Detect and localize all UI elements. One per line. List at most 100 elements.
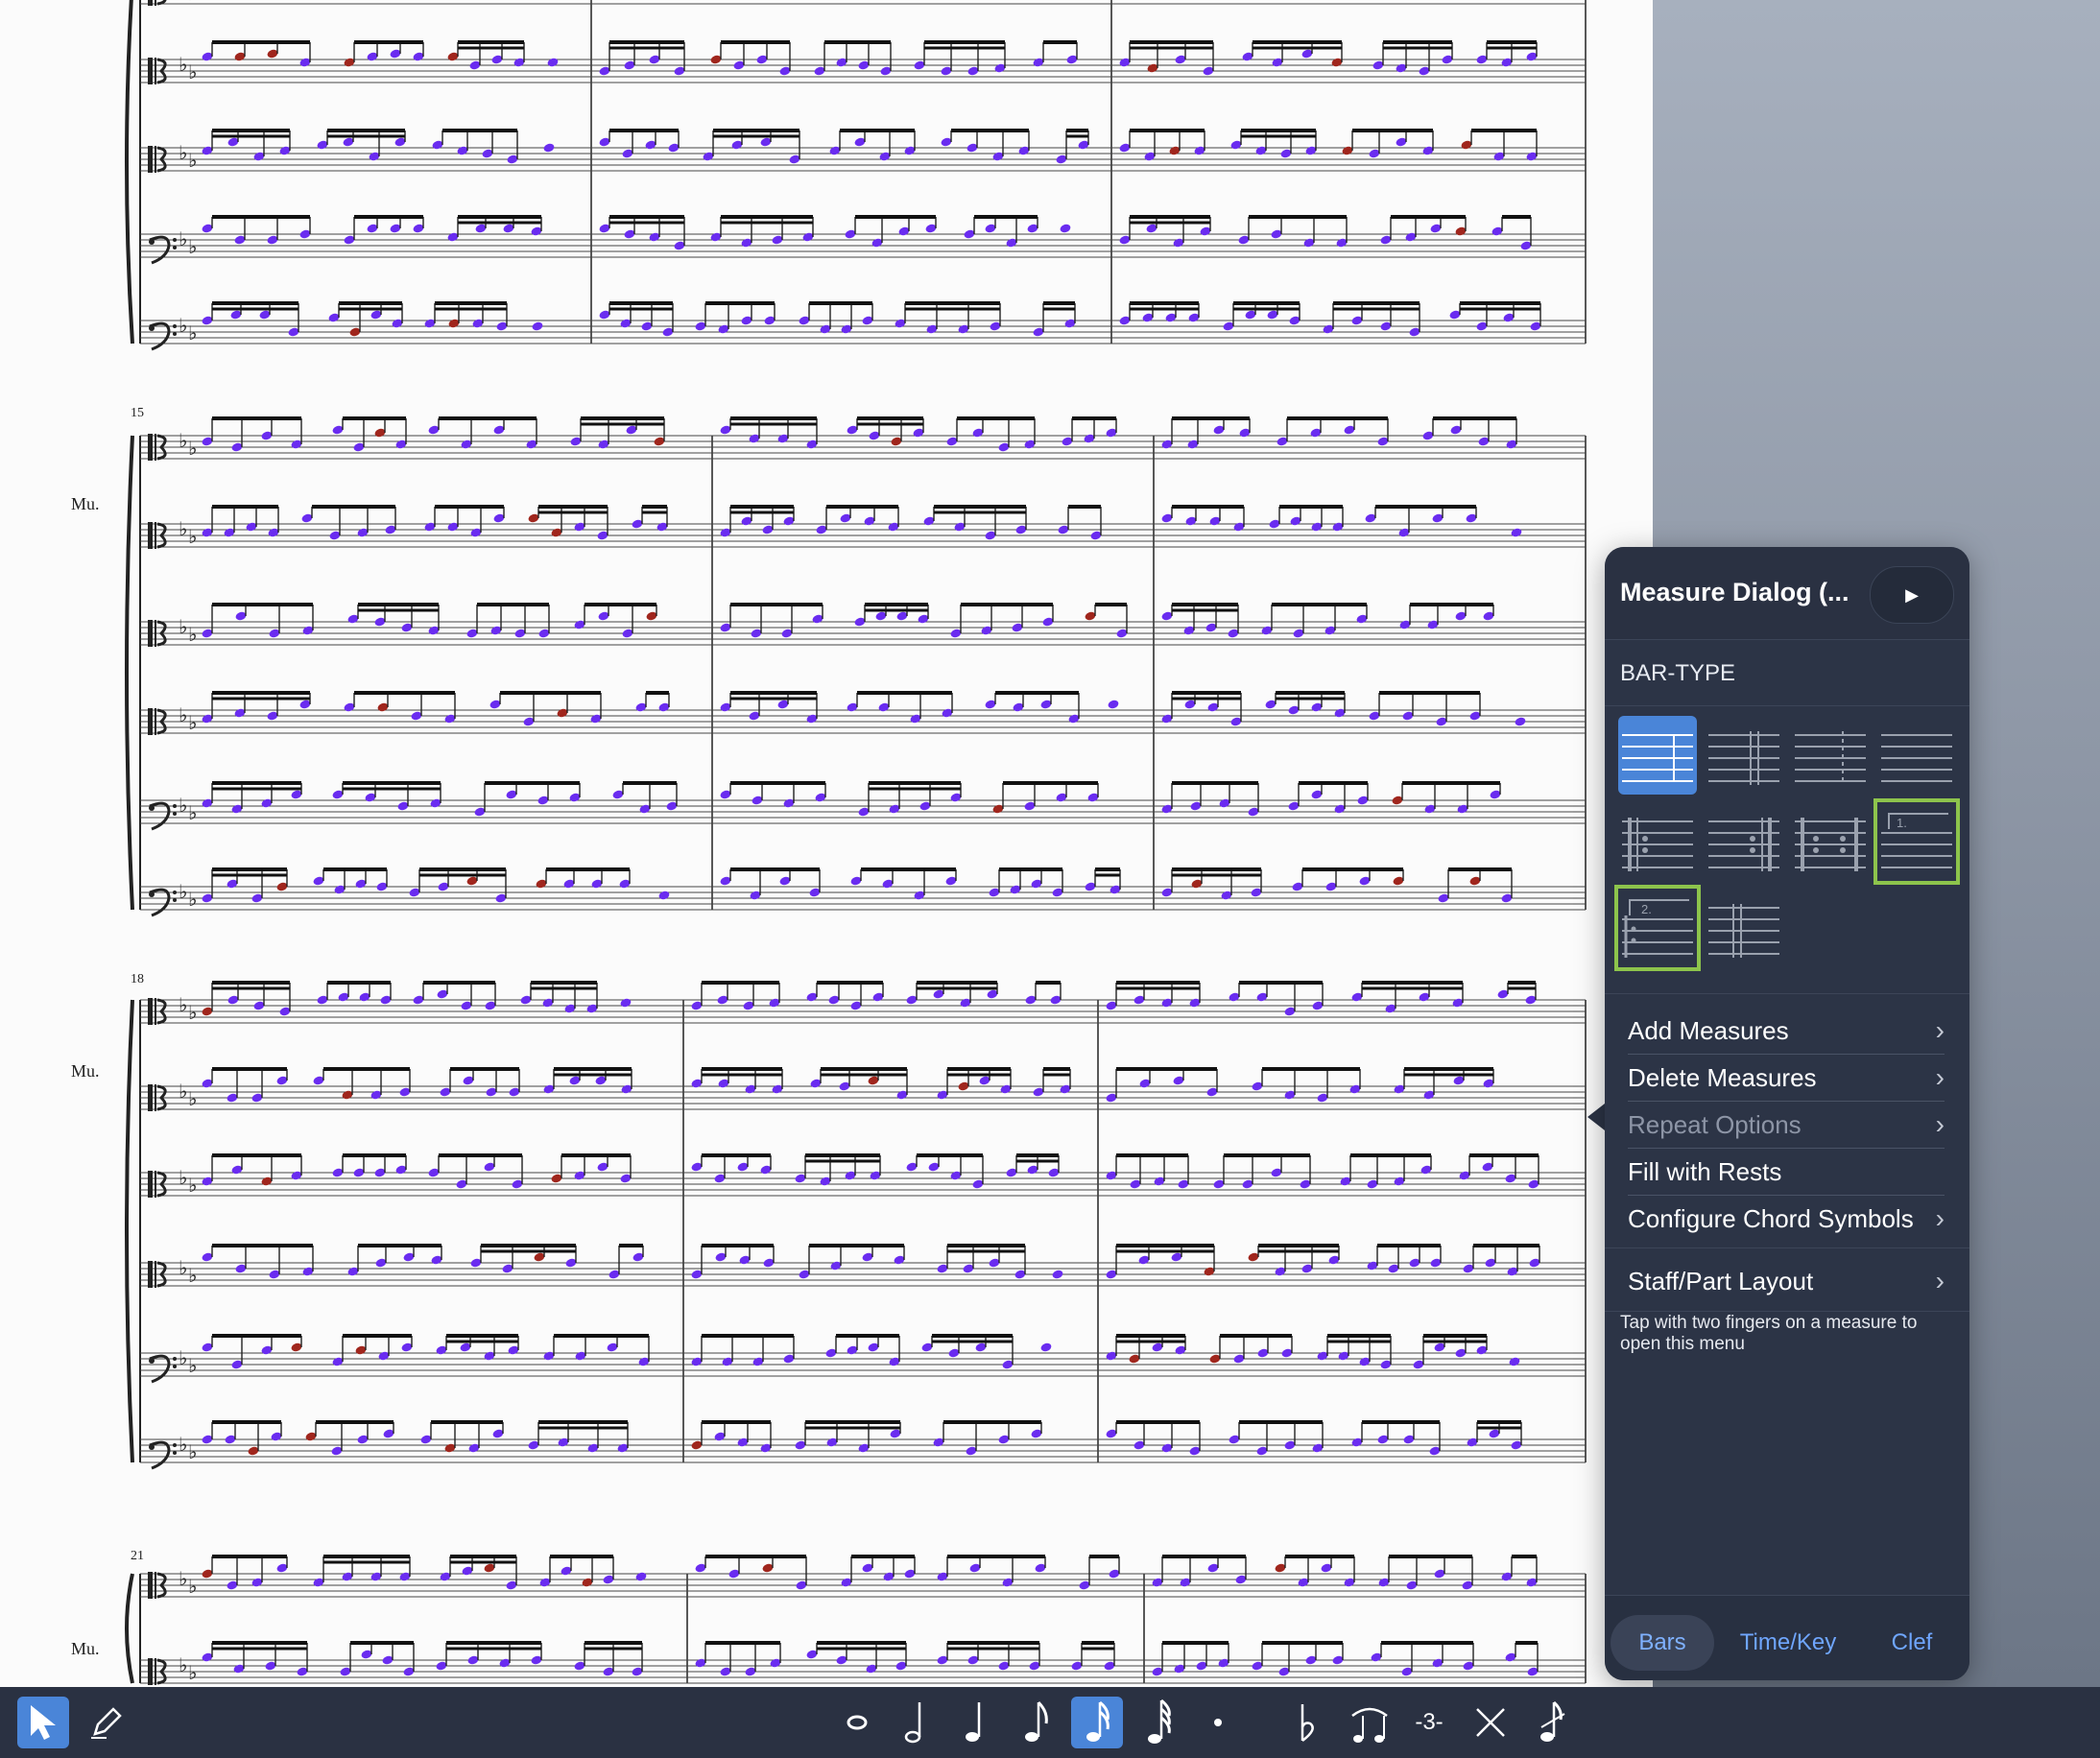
bass-clef xyxy=(173,812,177,816)
add-measures-item[interactable]: Add Measures › xyxy=(1628,1008,1945,1055)
key-signature-flat: ♭ xyxy=(188,888,197,911)
barline-repeat-end-icon xyxy=(1708,818,1779,871)
system-bracket xyxy=(125,1573,134,1684)
alto-clef xyxy=(148,1171,153,1198)
key-signature-flat: ♭ xyxy=(188,1001,197,1024)
score-page[interactable]: ♭♭♭♭♭♭♭♭♭♭♭♭♭♭♭♭♭♭♭♭♭♭♭♭♭♭♭♭♭♭♭♭♭♭♭♭♭♭ 1… xyxy=(0,0,1653,1687)
bar-type-repeat-start[interactable] xyxy=(1618,802,1697,881)
bass-clef xyxy=(173,804,177,808)
quarter-note-button[interactable] xyxy=(950,1697,1002,1748)
tie-icon xyxy=(1351,1707,1388,1743)
dialog-tabbar: Bars Time/Key Clef xyxy=(1605,1595,1969,1680)
eighth-note-button[interactable] xyxy=(1010,1697,1062,1748)
play-button[interactable]: ▶ xyxy=(1870,566,1954,624)
thirty-second-note-button[interactable] xyxy=(1133,1697,1184,1748)
flat-button[interactable] xyxy=(1282,1697,1334,1748)
delete-x-icon xyxy=(1476,1708,1505,1737)
bass-clef xyxy=(149,239,155,245)
barline-double-icon xyxy=(1708,731,1779,785)
bar-type-repeat-end[interactable] xyxy=(1705,802,1783,881)
delete-button[interactable] xyxy=(1465,1697,1516,1748)
key-signature-flat: ♭ xyxy=(188,623,197,646)
tie-button[interactable] xyxy=(1344,1697,1396,1748)
menu-label: Add Measures xyxy=(1628,1015,1789,1045)
tab-clef[interactable]: Clef xyxy=(1864,1615,1960,1671)
alto-clef xyxy=(148,1261,153,1288)
score-canvas[interactable]: ♭♭♭♭♭♭♭♭♭♭♭♭♭♭♭♭♭♭♭♭♭♭♭♭♭♭♭♭♭♭♭♭♭♭♭♭♭♭ xyxy=(0,0,1653,1687)
bass-clef xyxy=(173,1451,177,1455)
key-signature-flat: ♭ xyxy=(179,1433,187,1456)
select-arrow-icon xyxy=(31,1705,56,1740)
key-signature-flat: ♭ xyxy=(188,1354,197,1377)
chevron-right-icon: › xyxy=(1935,1109,1945,1139)
alto-clef xyxy=(148,620,153,647)
note-head xyxy=(1108,700,1119,709)
key-signature-flat: ♭ xyxy=(188,1174,197,1197)
note-head xyxy=(620,998,632,1008)
tab-time-key[interactable]: Time/Key xyxy=(1726,1615,1850,1671)
note-head xyxy=(547,58,559,67)
key-signature-flat: ♭ xyxy=(188,1575,197,1598)
alto-clef xyxy=(155,1171,156,1198)
barline-dashed-icon xyxy=(1795,731,1866,785)
triplet-button[interactable]: -3- xyxy=(1403,1697,1455,1748)
fill-with-rests-item[interactable]: Fill with Rests xyxy=(1628,1149,1945,1196)
bar-type-first-ending[interactable]: 1. xyxy=(1873,798,1960,885)
key-signature-flat: ♭ xyxy=(188,235,197,258)
alto-clef xyxy=(155,146,156,173)
dialog-title: Measure Dialog (... xyxy=(1620,578,1849,606)
bass-clef xyxy=(149,1444,155,1450)
key-signature-flat: ♭ xyxy=(179,1080,187,1103)
bar-type-final[interactable] xyxy=(1705,889,1783,967)
barline-none-icon xyxy=(1881,734,1952,782)
part-label: Mu. xyxy=(71,1639,100,1658)
measure-number: 21 xyxy=(131,1549,144,1563)
note-head xyxy=(1040,1342,1052,1352)
bar-type-none[interactable] xyxy=(1877,716,1956,795)
select-tool-button[interactable] xyxy=(17,1697,69,1748)
whole-note-button[interactable] xyxy=(831,1697,883,1748)
key-signature-flat: ♭ xyxy=(188,437,197,460)
bar-type-second-ending[interactable]: 2. xyxy=(1614,885,1701,971)
bass-clef xyxy=(173,246,177,249)
measure-menu: Add Measures › Delete Measures › Repeat … xyxy=(1605,993,1969,1312)
key-signature-flat: ♭ xyxy=(179,1567,187,1590)
key-signature-flat: ♭ xyxy=(179,993,187,1016)
dialog-header: Measure Dialog (... ▶ xyxy=(1605,547,1969,640)
alto-clef xyxy=(148,522,153,549)
sixteenth-note-button[interactable] xyxy=(1071,1697,1123,1748)
alto-clef xyxy=(155,522,156,549)
bar-type-normal[interactable] xyxy=(1618,716,1697,795)
dot-button[interactable] xyxy=(1192,1697,1244,1748)
pencil-tool-button[interactable] xyxy=(81,1697,132,1748)
bar-type-dashed[interactable] xyxy=(1791,716,1870,795)
delete-measures-item[interactable]: Delete Measures › xyxy=(1628,1055,1945,1102)
half-note-button[interactable] xyxy=(891,1697,943,1748)
first-ending-icon: 1. xyxy=(1881,813,1952,868)
sixteenth-note-icon xyxy=(1086,1700,1110,1742)
note-head xyxy=(635,1572,647,1581)
system-bracket xyxy=(125,999,134,1463)
alto-clef xyxy=(155,1261,156,1288)
bass-clef xyxy=(149,325,155,331)
note-head xyxy=(658,891,670,900)
staff-part-layout-item[interactable]: Staff/Part Layout › xyxy=(1628,1258,1945,1304)
dot-icon xyxy=(1214,1719,1222,1726)
repeat-options-item[interactable]: Repeat Options › xyxy=(1628,1102,1945,1149)
bar-type-repeat-both[interactable] xyxy=(1791,802,1870,881)
bar-type-double[interactable] xyxy=(1705,716,1783,795)
grace-note-button[interactable] xyxy=(1526,1697,1578,1748)
key-signature-flat: ♭ xyxy=(179,53,187,76)
tab-bars[interactable]: Bars xyxy=(1611,1615,1714,1671)
alto-clef xyxy=(155,0,156,6)
key-signature-flat: ♭ xyxy=(188,525,197,548)
hint-text: Tap with two fingers on a measure to ope… xyxy=(1620,1313,1918,1354)
key-signature-flat: ♭ xyxy=(188,1087,197,1110)
bass-clef xyxy=(173,1357,177,1361)
note-head xyxy=(1052,1270,1063,1279)
key-signature-flat: ♭ xyxy=(188,149,197,172)
play-icon: ▶ xyxy=(1905,584,1919,605)
configure-chord-symbols-item[interactable]: Configure Chord Symbols › xyxy=(1628,1196,1945,1242)
key-signature-flat: ♭ xyxy=(179,429,187,452)
svg-text:2.: 2. xyxy=(1641,902,1652,916)
